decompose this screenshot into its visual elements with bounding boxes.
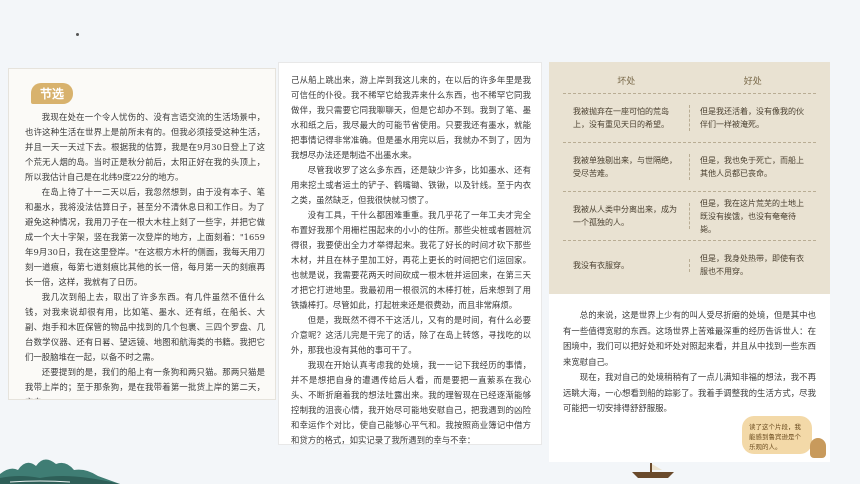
bad-cell: 我被抛弃在一座可怕的荒岛上，没有重见天日的希望。 <box>563 105 690 131</box>
bad-cell: 我被单独剔出来，与世隔绝，受尽苦难。 <box>563 154 690 180</box>
paragraph: 还要提到的是，我们的船上有一条狗和两只猫。那两只猫是我带上岸的；至于那条狗，是在… <box>25 367 265 399</box>
book-page-middle: 己从船上跳出来，游上岸到我这儿来的，在以后的许多年里是我可信任的仆役。我不稀罕它… <box>278 62 542 445</box>
column-good-header: 好处 <box>743 77 762 87</box>
book-page-right: 坏处 好处 我被抛弃在一座可怕的荒岛上，没有重见天日的希望。 但是我还活着，没有… <box>549 62 830 462</box>
good-cell: 但是，我也免于死亡，而船上其他人员都已丧命。 <box>700 156 804 178</box>
page-text: 我现在处在一个令人忧伤的、没有言语交流的生活场景中，也许这种生活在世界上是前所未… <box>9 104 275 399</box>
paragraph: 我几次到船上去，取出了许多东西。有几件虽然不值什么钱，对我来说却很有用，比如笔、… <box>25 292 265 362</box>
character-illustration-icon <box>810 438 826 458</box>
table-row: 我被从人类中分离出来，成为一个孤独的人。 但是，我在这片荒芜的土地上既没有挨饿，… <box>563 191 816 240</box>
decorative-dot <box>76 33 79 36</box>
paragraph: 我现在开始认真考虑我的处境，我一一记下我经历的事情，并不是想把自身的遭遇传给后人… <box>291 360 531 445</box>
paragraph: 总的来说，这是世界上少有的叫人受尽折磨的处境，但是其中也有一些值得宽慰的东西。这… <box>563 310 816 367</box>
section-heading: 节选 <box>31 83 74 104</box>
table-row: 我被抛弃在一座可怕的荒岛上，没有重见天日的希望。 但是我还活着，没有像我的伙伴们… <box>563 93 816 142</box>
bad-cell: 我没有衣服穿。 <box>563 258 690 272</box>
table-header: 坏处 好处 <box>563 74 816 87</box>
annotation-bubble: 读了这个片段，我能感到鲁宾逊是个乐观的人。 <box>742 416 812 454</box>
ship-illustration-icon <box>632 463 674 478</box>
good-cell: 但是，我在这片荒芜的土地上既没有挨饿，也没有奄奄待毙。 <box>700 198 804 234</box>
good-cell: 但是我还活着，没有像我的伙伴们一样被淹死。 <box>700 107 804 129</box>
bad-cell: 我被从人类中分离出来，成为一个孤独的人。 <box>563 203 690 229</box>
table-row: 我被单独剔出来，与世隔绝，受尽苦难。 但是，我也免于死亡，而船上其他人员都已丧命… <box>563 142 816 191</box>
page-text: 总的来说，这是世界上少有的叫人受尽折磨的处境，但是其中也有一些值得宽慰的东西。这… <box>549 294 830 462</box>
paragraph: 我现在处在一个令人忧伤的、没有言语交流的生活场景中，也许这种生活在世界上是前所未… <box>25 112 265 182</box>
paragraph: 在岛上待了十一二天以后，我忽然想到，由于没有本子、笔和墨水，我将没法估算日子，甚… <box>25 187 265 287</box>
paragraph: 但是，我既然不得不干这活儿，又有的是时间，有什么必要介意呢？这活儿完是干完了的话… <box>291 315 531 355</box>
paragraph: 没有工具，干什么都困难重重。我几乎花了一年工夫才完全布置好我那个用栅栏围起来的小… <box>291 210 531 310</box>
book-page-left: 节选 我现在处在一个令人忧伤的、没有言语交流的生活场景中，也许这种生活在世界上是… <box>8 68 276 400</box>
table-row: 我没有衣服穿。 但是，我身处热带，即使有衣服也不用穿。 <box>563 240 816 289</box>
paragraph: 己从船上跳出来，游上岸到我这儿来的，在以后的许多年里是我可信任的仆役。我不稀罕它… <box>291 75 531 160</box>
paragraph: 尽管我收罗了这么多东西，还是缺少许多，比如墨水、还有用来挖土或者运土的铲子、鹤嘴… <box>291 165 531 205</box>
island-illustration-icon <box>0 459 120 484</box>
good-cell: 但是，我身处热带，即使有衣服也不用穿。 <box>700 254 804 276</box>
paragraph: 现在，我对自己的处境稍稍有了一点儿满知非福的想法，我不再远眺大海，一心想看到船的… <box>563 372 816 413</box>
column-bad-header: 坏处 <box>617 77 636 87</box>
pros-cons-table: 坏处 好处 我被抛弃在一座可怕的荒岛上，没有重见天日的希望。 但是我还活着，没有… <box>549 62 830 294</box>
